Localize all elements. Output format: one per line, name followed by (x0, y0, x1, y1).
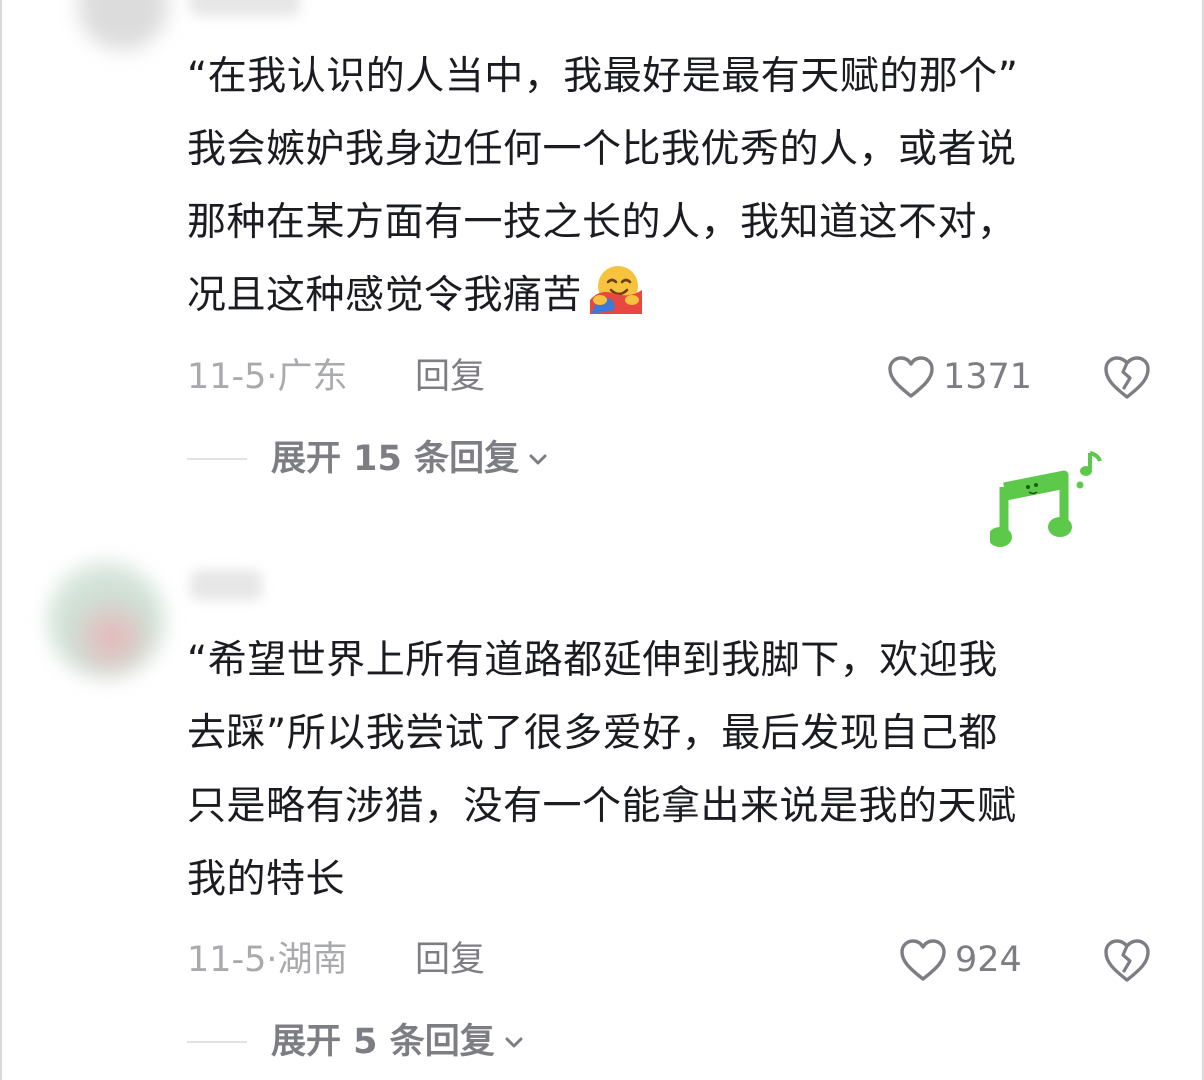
comment-line: 只是略有涉猎，没有一个能拿出来说是我的天赋 (187, 784, 1017, 829)
expand-divider (187, 458, 247, 460)
avatar[interactable] (48, 562, 164, 678)
chevron-down-icon (505, 1037, 523, 1048)
comment-line: “希望世界上所有道路都延伸到我脚下，欢迎我 (187, 638, 998, 683)
comment-text: “希望世界上所有道路都延伸到我脚下，欢迎我 去踩”所以我尝试了很多爱好，最后发现… (187, 624, 1147, 916)
reply-button[interactable]: 回复 (415, 352, 485, 402)
like-count: 924 (955, 940, 1022, 980)
comment-item: “在我认识的人当中，我最好是最有天赋的那个” 我会嫉妒我身边任何一个比我优秀的人… (0, 0, 1204, 520)
username-blurred[interactable] (190, 0, 300, 16)
expand-replies-label: 展开 5 条回复 (271, 1022, 495, 1062)
comment-line: 那种在某方面有一技之长的人，我知道这不对， (187, 200, 1017, 245)
like-button[interactable]: 924 (899, 935, 1022, 985)
comment-item: “希望世界上所有道路都延伸到我脚下，欢迎我 去踩”所以我尝试了很多爱好，最后发现… (0, 540, 1204, 1080)
comment-meta-row: 11-5·湖南 回复 924 (187, 935, 1152, 985)
music-note-sticker-icon (990, 451, 1102, 547)
broken-heart-icon[interactable] (1102, 937, 1152, 983)
hugging-face-emoji-icon (590, 266, 643, 314)
comment-date-location: 11-5·广东 (187, 357, 348, 397)
comment-line: 况且这种感觉令我痛苦 (187, 259, 1147, 332)
chevron-down-icon (529, 454, 547, 465)
username-blurred[interactable] (190, 570, 262, 600)
comment-line: “在我认识的人当中，我最好是最有天赋的那个” (187, 54, 1019, 99)
comment-line: 去踩”所以我尝试了很多爱好，最后发现自己都 (187, 711, 998, 756)
expand-replies-label: 展开 15 条回复 (271, 439, 520, 479)
heart-outline-icon (900, 939, 946, 981)
expand-divider (187, 1041, 247, 1043)
broken-heart-icon[interactable] (1102, 354, 1152, 400)
comment-text: “在我认识的人当中，我最好是最有天赋的那个” 我会嫉妒我身边任何一个比我优秀的人… (187, 40, 1147, 332)
like-count: 1371 (943, 357, 1033, 397)
comment-meta-row: 11-5·广东 回复 1371 (187, 352, 1152, 402)
expand-replies-button[interactable]: 展开 5 条回复 (187, 1017, 525, 1067)
heart-outline-icon (888, 356, 934, 398)
reply-button[interactable]: 回复 (415, 935, 485, 985)
avatar[interactable] (78, 0, 168, 50)
comment-line: 我会嫉妒我身边任何一个比我优秀的人，或者说 (187, 127, 1017, 172)
like-button[interactable]: 1371 (887, 352, 1032, 402)
comment-line: 我的特长 (187, 857, 346, 902)
expand-replies-button[interactable]: 展开 15 条回复 (187, 434, 549, 484)
comment-date-location: 11-5·湖南 (187, 940, 348, 980)
